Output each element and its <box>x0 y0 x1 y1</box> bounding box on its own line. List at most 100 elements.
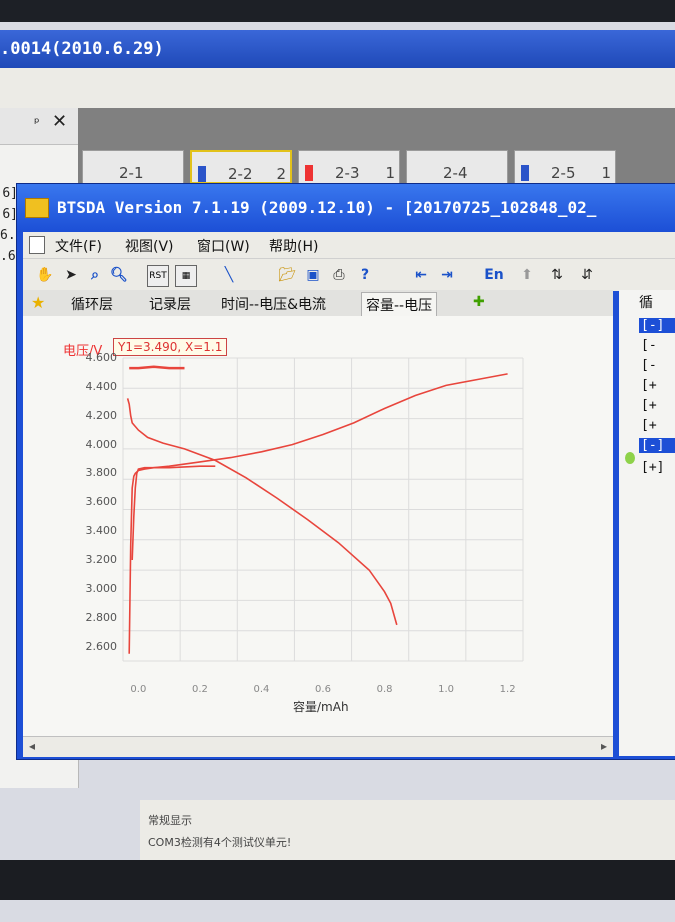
tab-record-layer[interactable]: 记录层 <box>149 294 191 314</box>
btsda-main-window: BTSDA Version 7.1.19 (2009.12.10) - [201… <box>16 183 675 760</box>
zoom-icon[interactable]: 🔍︎ <box>109 265 129 285</box>
left-panel-header: ᵖ ✕ <box>0 108 78 145</box>
series-line-2 <box>126 398 398 626</box>
x-axis-title: 容量/mAh <box>293 700 349 714</box>
x-tick-label: 0.0 <box>130 684 147 695</box>
app-icon <box>25 198 49 218</box>
reset-icon[interactable]: RST <box>147 265 169 287</box>
status-panel: 常规显示 COM3检测有4个测试仪单元! <box>140 800 675 860</box>
background-strip <box>0 68 675 109</box>
menu-bar: 文件(F) 视图(V) 窗口(W) 帮助(H) <box>23 232 675 258</box>
y-tick-label: 3.800 <box>85 466 118 480</box>
menu-file[interactable]: 文件(F) <box>55 236 102 256</box>
channel-tab-selected[interactable]: 2-2 2 <box>190 150 292 184</box>
line-tool-icon[interactable]: ╲ <box>219 265 239 285</box>
tree-node[interactable]: [- <box>641 338 657 353</box>
channel-tab[interactable]: 2-3 1 <box>298 150 400 184</box>
series-line-4 <box>129 365 185 370</box>
channel-tab[interactable]: 2-5 1 <box>514 150 616 184</box>
channel-number: 2 <box>276 165 286 183</box>
channel-label: 2-2 <box>228 165 253 183</box>
chart-area[interactable]: 电压/V Y1=3.490, X=1.1 4.600 4.400 4.200 4.00… <box>23 316 613 736</box>
close-icon[interactable]: ✕ <box>52 111 67 132</box>
channel-label: 2-1 <box>119 164 144 182</box>
channel-status-icon <box>521 165 529 181</box>
status-display-mode: 常规显示 <box>148 814 192 827</box>
save-icon[interactable]: ▣ <box>303 265 323 285</box>
x-tick-label: 0.4 <box>253 684 270 695</box>
view-tabs: ★ 循环层 记录层 时间--电压&电流 容量--电压 ✚ <box>23 290 613 317</box>
tree-node[interactable]: [+ <box>641 418 657 433</box>
sort-asc-icon[interactable]: ⇅ <box>547 265 567 285</box>
zoom-region-icon[interactable]: ⌕ <box>85 265 105 285</box>
menu-view[interactable]: 视图(V) <box>125 236 174 256</box>
status-message: COM3检测有4个测试仪单元! <box>148 836 292 849</box>
document-icon <box>29 236 45 254</box>
hand-icon[interactable]: ✋ <box>35 265 55 285</box>
channel-number: 1 <box>385 164 395 182</box>
x-tick-label: 1.2 <box>499 684 516 695</box>
y-tick-label: 4.600 <box>85 351 118 364</box>
monitor-bezel-top <box>0 0 675 22</box>
status-bulb-icon <box>625 452 635 464</box>
background-window-title: .0014(2010.6.29) <box>0 30 675 68</box>
app-title: BTSDA Version 7.1.19 (2009.12.10) - [201… <box>57 198 597 217</box>
channel-tab[interactable]: 2-4 <box>406 150 508 184</box>
x-tick-label: 1.0 <box>438 684 455 695</box>
tree-node[interactable]: [+ <box>641 378 657 393</box>
channel-tabs: 2-1 2-2 2 2-3 1 2-4 2-5 1 <box>78 150 675 184</box>
y-tick-label: 3.400 <box>85 524 118 538</box>
back-arrow-icon[interactable]: ⇤ <box>411 265 431 285</box>
y-tick-label: 2.800 <box>85 610 118 624</box>
help-icon[interactable]: ? <box>355 265 375 285</box>
tree-header: 循 <box>639 295 653 311</box>
forward-arrow-icon[interactable]: ⇥ <box>437 265 457 285</box>
horizontal-scrollbar[interactable]: ◂ ▸ <box>23 736 613 757</box>
y-tick-label: 4.400 <box>85 379 118 393</box>
tab-capacity-voltage[interactable]: 容量--电压 <box>361 292 438 317</box>
tab-cycle-layer[interactable]: 循环层 <box>71 294 113 314</box>
print-icon[interactable]: ⎙ <box>329 265 349 285</box>
channel-status-icon <box>305 165 313 181</box>
pointer-icon[interactable]: ➤ <box>61 265 81 285</box>
channel-number: 1 <box>601 164 611 182</box>
menu-help[interactable]: 帮助(H) <box>269 236 318 256</box>
right-tree-panel: 循 [-] [- [- [+ [+ [+ [-] [+] <box>619 290 675 756</box>
open-folder-icon[interactable]: 📂︎ <box>277 265 297 285</box>
series-line-1 <box>128 373 508 654</box>
tree-node[interactable]: [-] <box>639 438 675 453</box>
y-tick-label: 4.200 <box>85 408 118 422</box>
y-tick-label: 3.200 <box>85 553 118 566</box>
language-button[interactable]: En <box>481 265 507 285</box>
tab-time-voltage-current[interactable]: 时间--电压&电流 <box>221 294 326 314</box>
monitor-bezel-bottom <box>0 860 675 900</box>
sort-desc-icon[interactable]: ⇵ <box>577 265 597 285</box>
x-tick-label: 0.8 <box>376 684 393 695</box>
tree-node[interactable]: [+] <box>641 460 664 475</box>
channel-status-icon <box>198 166 206 182</box>
pin-icon[interactable]: ᵖ <box>34 116 40 131</box>
menu-window[interactable]: 窗口(W) <box>197 236 250 256</box>
x-tick-label: 0.6 <box>315 684 331 695</box>
y-tick-label: 3.600 <box>85 495 118 509</box>
y-tick-label: 2.600 <box>85 639 118 653</box>
channel-label: 2-4 <box>443 164 468 182</box>
add-tab-icon[interactable]: ✚ <box>473 294 485 310</box>
data-icon[interactable]: ▦ <box>175 265 197 287</box>
favorite-star-icon[interactable]: ★ <box>31 293 45 312</box>
tree-node[interactable]: [+ <box>641 398 657 413</box>
up-arrow-icon[interactable]: ⬆︎ <box>517 265 537 285</box>
tree-node[interactable]: [-] <box>639 318 675 333</box>
toolbar: ✋ ➤ ⌕ 🔍︎ RST ▦ ╲ 📂︎ ▣ ⎙ ? ⇤ ⇥ En ⬆︎ ⇅ ⇵ <box>23 258 675 291</box>
x-tick-label: 0.2 <box>191 684 208 695</box>
y-tick-label: 4.000 <box>85 437 118 451</box>
tree-node[interactable]: [- <box>641 358 657 373</box>
series-line-3 <box>131 465 216 561</box>
scroll-left-icon[interactable]: ◂ <box>29 739 35 753</box>
title-bar[interactable]: BTSDA Version 7.1.19 (2009.12.10) - [201… <box>17 184 675 232</box>
y-tick-label: 3.000 <box>85 581 118 595</box>
cursor-readout: Y1=3.490, X=1.1 <box>113 338 228 356</box>
channel-label: 2-5 <box>551 164 576 182</box>
channel-tab[interactable]: 2-1 <box>82 150 184 184</box>
scroll-right-icon[interactable]: ▸ <box>601 739 607 753</box>
